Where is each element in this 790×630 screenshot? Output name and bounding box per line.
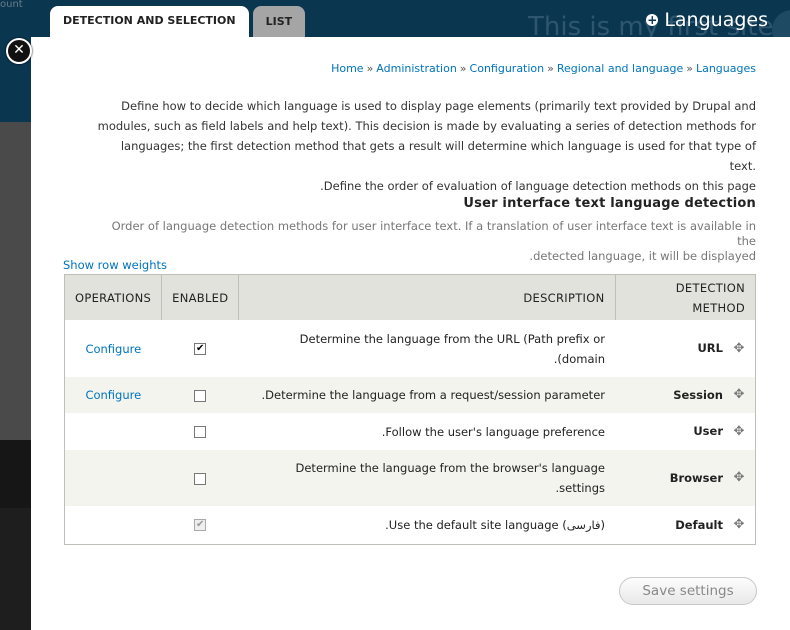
method-name: URL bbox=[697, 341, 723, 356]
enabled-cell bbox=[161, 506, 239, 544]
table-header-row: OPERATIONS ENABLED DESCRIPTION DETECTION… bbox=[64, 274, 756, 320]
tab-list[interactable]: LIST bbox=[252, 6, 306, 37]
breadcrumb-configuration[interactable]: Configuration bbox=[470, 62, 545, 75]
operations-cell bbox=[64, 506, 162, 544]
overlay-tabs: DETECTION AND SELECTION LIST bbox=[50, 6, 306, 37]
enabled-cell bbox=[161, 413, 239, 450]
table-row[interactable]: .Use the default site language (فارسی) De… bbox=[64, 506, 756, 544]
description-line: .settings bbox=[555, 481, 605, 495]
breadcrumb-separator: » bbox=[459, 62, 467, 75]
header-method-line1: DETECTION bbox=[675, 280, 745, 295]
header-detection-method: DETECTION METHOD bbox=[614, 274, 756, 320]
description-cell: Determine the language from the browser'… bbox=[238, 450, 615, 506]
background-count-text: ount bbox=[0, 0, 23, 10]
detection-methods-table: OPERATIONS ENABLED DESCRIPTION DETECTION… bbox=[64, 274, 756, 545]
operations-cell bbox=[64, 450, 162, 506]
section-title: User interface text language detection bbox=[463, 196, 756, 211]
section-desc-line: Order of language detection methods for … bbox=[111, 219, 756, 248]
table-row[interactable]: Configure Determine the language from the… bbox=[64, 320, 756, 377]
description-cell: Determine the language from the URL (Pat… bbox=[238, 320, 615, 377]
drag-handle-icon[interactable]: ✥ bbox=[733, 339, 745, 359]
description-line: .(domain bbox=[553, 351, 605, 366]
breadcrumb-administration[interactable]: Administration bbox=[376, 62, 457, 75]
header-operations: OPERATIONS bbox=[64, 274, 162, 320]
enabled-cell bbox=[161, 450, 239, 506]
detection-method-cell: URL ✥ bbox=[615, 320, 756, 377]
enabled-cell bbox=[161, 320, 239, 377]
operations-cell: Configure bbox=[64, 320, 162, 377]
method-name: Browser bbox=[669, 470, 723, 485]
section-desc-line: .detected language, it will be displayed bbox=[529, 249, 756, 263]
detection-method-cell: Default ✥ bbox=[615, 506, 756, 544]
drag-handle-icon[interactable]: ✥ bbox=[733, 468, 745, 488]
show-row-weights-link[interactable]: Show row weights bbox=[63, 258, 167, 272]
detection-method-cell: Browser ✥ bbox=[615, 450, 756, 506]
description-line: Determine the language from the browser'… bbox=[295, 461, 606, 475]
breadcrumb-separator: » bbox=[366, 62, 374, 75]
description-cell: .Follow the user's language preference bbox=[238, 413, 615, 450]
configure-link[interactable]: Configure bbox=[85, 388, 141, 402]
intro-description: Define how to decide which language is u… bbox=[95, 96, 756, 196]
drag-handle-icon[interactable]: ✥ bbox=[733, 515, 745, 535]
breadcrumb-separator: » bbox=[686, 62, 693, 75]
method-name: User bbox=[693, 424, 723, 439]
tab-detection-and-selection[interactable]: DETECTION AND SELECTION bbox=[50, 6, 249, 37]
plus-circle-icon[interactable]: + bbox=[646, 14, 659, 26]
intro-line: .Define the order of evaluation of langu… bbox=[320, 179, 756, 193]
description-cell: .Use the default site language (فارسی) bbox=[238, 506, 615, 544]
breadcrumb-home[interactable]: Home bbox=[331, 62, 363, 75]
overlay-panel: Home» Administration» Configuration» Region… bbox=[31, 37, 790, 630]
breadcrumb: Home» Administration» Configuration» Region… bbox=[331, 62, 756, 75]
intro-line: modules, such as field labels and help t… bbox=[97, 119, 756, 133]
operations-cell bbox=[64, 413, 162, 450]
save-settings-button[interactable]: Save settings bbox=[619, 577, 757, 605]
breadcrumb-regional-and-language[interactable]: Regional and language bbox=[557, 62, 683, 75]
drag-handle-icon[interactable]: ✥ bbox=[733, 422, 745, 442]
enabled-checkbox[interactable] bbox=[194, 343, 207, 355]
description-cell: .Determine the language from a request/s… bbox=[238, 377, 615, 413]
breadcrumb-separator: » bbox=[547, 62, 554, 75]
configure-link[interactable]: Configure bbox=[85, 342, 141, 356]
table-row[interactable]: Configure .Determine the language from a … bbox=[64, 377, 756, 413]
header-method-line2: METHOD bbox=[692, 300, 745, 315]
description-line: .Use the default site language (فارسی) bbox=[385, 517, 605, 532]
intro-line: languages; the first detection method th… bbox=[120, 139, 756, 173]
close-icon[interactable]: ✕ bbox=[6, 38, 32, 64]
overlay-title-text: Languages bbox=[664, 9, 768, 31]
drag-handle-icon[interactable]: ✥ bbox=[733, 385, 745, 405]
method-name: Session bbox=[673, 387, 723, 402]
table-row[interactable]: Determine the language from the browser'… bbox=[64, 450, 756, 506]
detection-method-cell: Session ✥ bbox=[615, 377, 756, 413]
method-name: Default bbox=[675, 517, 723, 532]
table-row[interactable]: .Follow the user's language preference Us… bbox=[64, 413, 756, 450]
section-description: Order of language detection methods for … bbox=[91, 219, 756, 264]
enabled-cell bbox=[161, 377, 239, 413]
header-description: DESCRIPTION bbox=[238, 274, 615, 320]
description-line: Determine the language from the URL (Pat… bbox=[299, 331, 605, 346]
breadcrumb-languages[interactable]: Languages bbox=[696, 62, 756, 75]
overlay-title: + Languages bbox=[646, 9, 768, 31]
enabled-checkbox[interactable] bbox=[194, 472, 207, 485]
enabled-checkbox[interactable] bbox=[194, 389, 207, 402]
operations-cell: Configure bbox=[64, 377, 162, 413]
intro-line: Define how to decide which language is u… bbox=[121, 99, 756, 113]
description-line: .Determine the language from a request/s… bbox=[261, 388, 605, 402]
enabled-checkbox bbox=[194, 519, 207, 532]
enabled-checkbox[interactable] bbox=[194, 426, 207, 438]
detection-method-cell: User ✥ bbox=[615, 413, 756, 450]
description-line: .Follow the user's language preference bbox=[381, 424, 605, 439]
header-enabled: ENABLED bbox=[161, 274, 239, 320]
